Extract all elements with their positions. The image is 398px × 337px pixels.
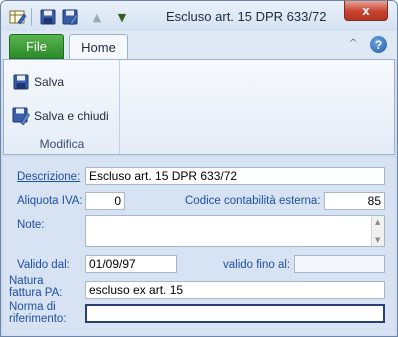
descrizione-label: Descrizione: xyxy=(17,171,81,183)
close-button[interactable]: x xyxy=(344,1,388,21)
aliquota-iva-label: Aliquota IVA: xyxy=(17,195,83,207)
table-edit-icon[interactable] xyxy=(8,8,28,26)
codice-contabilita-label: Codice contabilità esterna: xyxy=(185,195,321,207)
title-bar: ▲ ▼ Escluso art. 15 DPR 633/72 x xyxy=(1,1,397,31)
note-scrollbar[interactable]: ▲ ▼ xyxy=(371,216,384,246)
toolbar-separator xyxy=(31,8,32,26)
ribbon-minimize-icon[interactable]: ^ xyxy=(349,38,357,49)
ribbon-group-modifica: Salva Salva e chiudi Modifica xyxy=(4,60,120,154)
natura-fattura-pa-label: Natura fattura PA: xyxy=(9,275,63,299)
valido-fino-al-field[interactable] xyxy=(294,255,385,273)
dialog-window: ▲ ▼ Escluso art. 15 DPR 633/72 x File Ho… xyxy=(0,0,398,337)
window-title: Escluso art. 15 DPR 633/72 xyxy=(166,9,327,24)
scroll-up-icon[interactable]: ▲ xyxy=(375,218,380,226)
valido-dal-label: Valido dal: xyxy=(17,259,70,271)
triangle-down-icon[interactable]: ▼ xyxy=(113,8,131,26)
floppy-save-close-icon[interactable] xyxy=(61,8,79,26)
floppy-save-icon[interactable] xyxy=(39,8,57,26)
tab-file[interactable]: File xyxy=(9,34,64,59)
note-textarea[interactable] xyxy=(85,215,385,247)
ribbon-tab-bar: File Home ^ ? xyxy=(1,31,397,60)
floppy-save-close-icon xyxy=(12,107,30,125)
close-icon: x xyxy=(362,3,370,18)
norma-riferimento-field[interactable] xyxy=(85,304,385,323)
floppy-save-icon xyxy=(12,73,30,91)
natura-fattura-pa-field[interactable]: escluso ex art. 15 xyxy=(85,281,385,299)
note-label: Note: xyxy=(17,219,45,231)
descrizione-field[interactable]: Escluso art. 15 DPR 633/72 xyxy=(85,167,385,185)
triangle-up-icon[interactable]: ▲ xyxy=(88,8,106,26)
save-and-close-button[interactable]: Salva e chiudi xyxy=(12,105,109,127)
ribbon-panel: Salva Salva e chiudi Modifica xyxy=(3,59,395,155)
codice-contabilita-field[interactable]: 85 xyxy=(324,192,385,210)
save-button[interactable]: Salva xyxy=(12,71,64,93)
valido-dal-field[interactable]: 01/09/97 xyxy=(85,255,177,273)
ribbon-group-label: Modifica xyxy=(39,137,85,151)
scroll-down-icon[interactable]: ▼ xyxy=(375,236,380,244)
tab-home[interactable]: Home xyxy=(69,34,128,60)
form-area: Descrizione: Escluso art. 15 DPR 633/72 … xyxy=(3,157,395,335)
save-and-close-label: Salva e chiudi xyxy=(34,109,109,123)
help-icon[interactable]: ? xyxy=(370,36,387,53)
valido-fino-al-label: valido fino al: xyxy=(223,259,291,271)
norma-riferimento-label: Norma di riferimento: xyxy=(9,301,67,325)
save-button-label: Salva xyxy=(34,75,65,89)
aliquota-iva-field[interactable]: 0 xyxy=(85,192,125,210)
